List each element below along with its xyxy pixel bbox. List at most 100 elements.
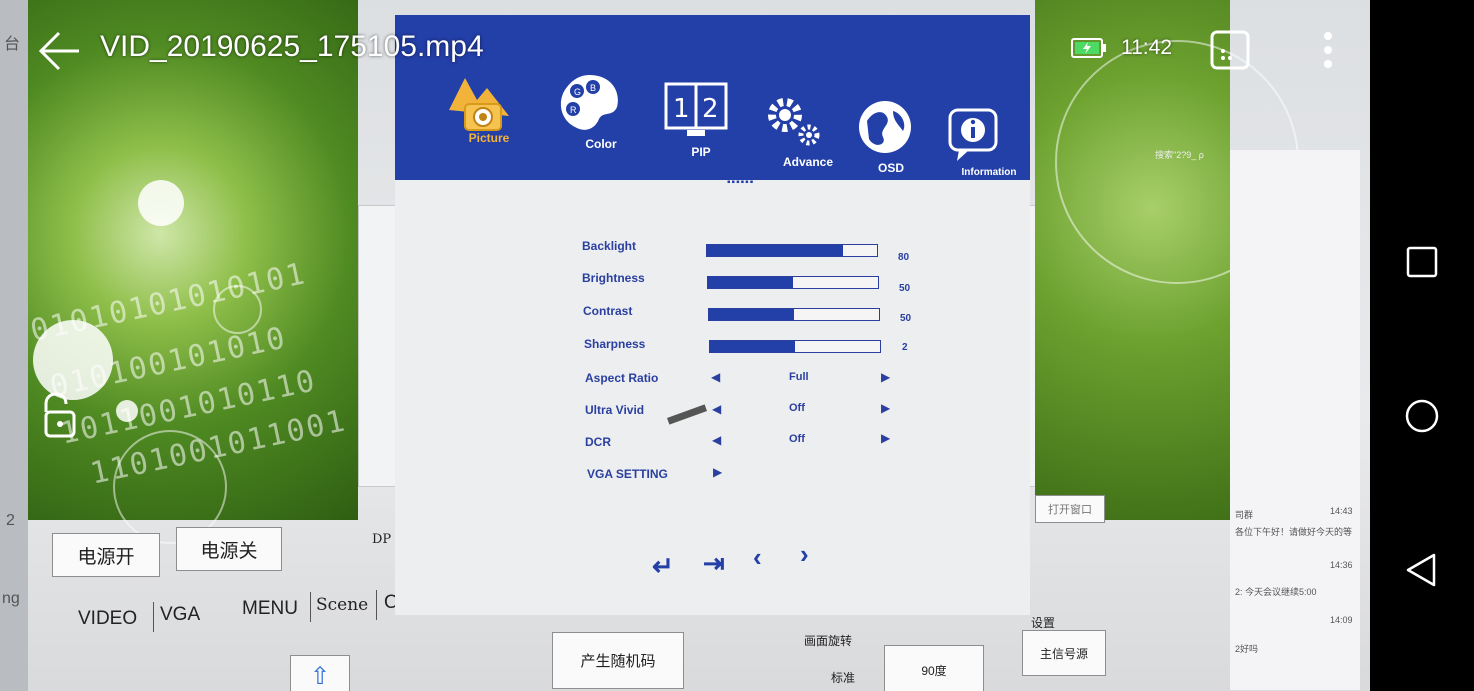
globe-icon (857, 99, 913, 155)
chat-message: 各位下午好！请做好今天的等 (1235, 527, 1353, 537)
ultra-vivid-value: Off (789, 402, 805, 414)
color-palette-icon: G B R (555, 71, 623, 135)
tab-osd[interactable]: OSD (871, 161, 911, 175)
left-icon[interactable]: ‹ (753, 542, 762, 573)
sharpness-value: 2 (902, 342, 908, 353)
aspect-ratio-label: Aspect Ratio (585, 371, 659, 385)
random-code-button[interactable]: 产生随机码 (552, 632, 684, 689)
svg-text:B: B (590, 83, 596, 93)
brightness-slider[interactable] (707, 276, 879, 289)
power-on-button[interactable]: 电源开 (52, 533, 160, 577)
gear-icon (763, 93, 827, 149)
tab-information[interactable]: Information (951, 167, 1027, 178)
slider-fill (710, 341, 795, 352)
page-indicator: ▪▪▪▪▪▪ (727, 177, 755, 188)
sharpness-label: Sharpness (584, 337, 646, 351)
menu-button[interactable]: MENU (242, 598, 298, 620)
vga-setting-right-icon[interactable]: ▶ (713, 465, 722, 479)
ultra-vivid-label: Ultra Vivid (585, 403, 645, 417)
slider-fill (708, 277, 793, 288)
rotate-90-button[interactable]: 90度 (884, 645, 984, 691)
glow-orb (33, 320, 113, 400)
sharpness-slider[interactable] (709, 340, 881, 353)
svg-text:R: R (570, 105, 577, 115)
chat-group-name: 司群 (1235, 510, 1254, 520)
divider (376, 590, 377, 620)
divider (153, 602, 154, 632)
open-port-button[interactable]: 打开窗口 (1035, 495, 1105, 523)
power-off-button[interactable]: 电源关 (176, 527, 282, 571)
slider-fill (707, 245, 843, 256)
backlight-value: 80 (898, 252, 910, 263)
backlight-slider[interactable] (706, 244, 878, 257)
contrast-slider[interactable] (708, 308, 880, 321)
main-source-button[interactable]: 主信号源 (1022, 630, 1106, 676)
svg-text:1: 1 (673, 94, 690, 124)
tab-advance[interactable]: Advance (773, 155, 843, 169)
brightness-label: Brightness (582, 271, 645, 285)
video-button[interactable]: VIDEO (78, 608, 137, 630)
battery-charging-icon (1071, 38, 1107, 58)
back-triangle-icon[interactable] (1402, 550, 1442, 590)
edge-text: ng (2, 590, 20, 607)
aspect-ratio-right-icon[interactable]: ▶ (881, 370, 890, 384)
desktop-left-edge: 台 2 ng (0, 0, 28, 691)
picture-icon (443, 70, 515, 132)
dcr-right-icon[interactable]: ▶ (881, 431, 890, 445)
backlight-label: Backlight (582, 239, 637, 253)
glare-smudge (667, 404, 707, 425)
glow-orb (138, 180, 184, 226)
glow-orb (116, 400, 138, 422)
monitor-osd-menu: Picture G B R Color 1 2 PIP Advance OSD … (395, 15, 1030, 615)
tab-picture[interactable]: Picture (459, 131, 519, 145)
dcr-left-icon[interactable]: ◀ (712, 433, 721, 447)
enter-icon[interactable]: ↵ (652, 551, 674, 582)
rotate-standard-button[interactable]: 标准 (808, 660, 878, 691)
exit-icon[interactable]: ⇥ (703, 548, 725, 579)
ultra-vivid-right-icon[interactable]: ▶ (881, 401, 890, 415)
aspect-ratio-value: Full (789, 371, 809, 383)
brightness-value: 50 (899, 283, 911, 294)
svg-text:G: G (574, 87, 581, 97)
dcr-label: DCR (585, 435, 611, 449)
right-icon[interactable]: › (800, 539, 809, 570)
tab-pip[interactable]: PIP (681, 145, 721, 159)
wallpaper-right: 搜索"2?9_ ρ (1035, 0, 1299, 520)
contrast-value: 50 (900, 313, 912, 324)
chat-panel: 司群 14:43 各位下午好！请做好今天的等 14:36 2: 今天会议继续5:… (1230, 150, 1360, 690)
search-hint: 搜索"2?9_ ρ (1155, 150, 1204, 160)
pip-icon: 1 2 (663, 81, 729, 139)
vga-button[interactable]: VGA (160, 604, 200, 626)
svg-text:2: 2 (702, 94, 719, 124)
camera-video-frame: 台 2 ng 01010101010101 010100101010 10110… (0, 0, 1370, 691)
scene-button[interactable]: Scene (316, 595, 368, 615)
osd-tab-bar: Picture G B R Color 1 2 PIP Advance OSD … (395, 15, 1030, 180)
ultra-vivid-left-icon[interactable]: ◀ (712, 402, 721, 416)
home-circle-icon[interactable] (1402, 396, 1442, 436)
chat-time: 14:09 (1330, 615, 1353, 625)
wallpaper-left: 01010101010101 010100101010 101100101011… (27, 0, 358, 544)
tab-color[interactable]: Color (571, 137, 631, 151)
recents-square-icon[interactable] (1402, 242, 1442, 282)
back-arrow-icon[interactable] (37, 28, 83, 74)
contrast-label: Contrast (583, 304, 633, 318)
up-arrow-button[interactable]: ⇧ (290, 655, 350, 691)
vga-setting-label: VGA SETTING (587, 467, 668, 481)
aspect-ratio-left-icon[interactable]: ◀ (711, 370, 720, 384)
video-title: VID_20190625_175105.mp4 (100, 30, 484, 63)
ring-shape (213, 285, 262, 334)
chat-message: 2好吗 (1235, 644, 1259, 654)
settings-label: 设置 (1031, 616, 1056, 630)
status-clock: 11:42 (1121, 36, 1172, 59)
cast-icon[interactable] (1210, 30, 1250, 70)
info-icon (947, 107, 999, 163)
dp-button[interactable]: DP (372, 532, 391, 547)
more-vert-icon[interactable] (1316, 28, 1340, 72)
unlock-icon[interactable] (40, 392, 80, 440)
slider-fill (709, 309, 794, 320)
android-nav-bar (1370, 0, 1474, 691)
chat-message: 2: 今天会议继续5:00 (1235, 587, 1317, 597)
dcr-value: Off (789, 433, 805, 445)
edge-number: 2 (6, 512, 15, 529)
chat-time: 14:43 (1330, 506, 1353, 516)
